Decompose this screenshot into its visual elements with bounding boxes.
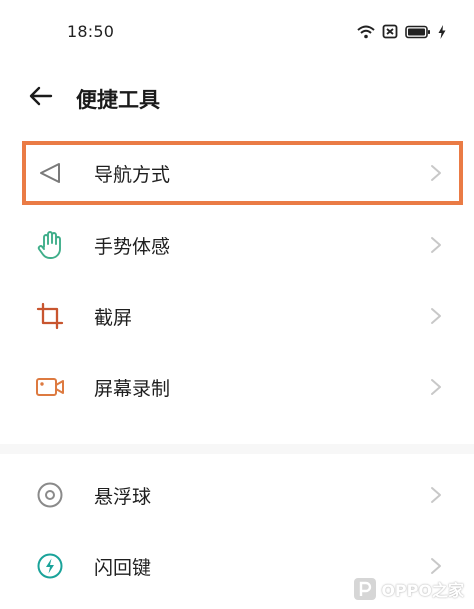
section-divider	[0, 444, 474, 454]
status-time: 18:50	[67, 22, 115, 41]
p-logo-icon	[354, 578, 377, 600]
battery-icon	[405, 24, 431, 43]
list-item-label: 导航方式	[94, 164, 171, 186]
chevron-right-icon	[428, 163, 444, 183]
header: 便捷工具	[0, 70, 474, 126]
hand-gesture-icon	[34, 230, 66, 260]
status-bar: 18:50	[0, 0, 474, 64]
crop-icon	[34, 301, 66, 331]
list-item-navigation-mode[interactable]: 导航方式	[0, 138, 474, 208]
list-item-label: 截屏	[94, 307, 133, 329]
watermark-text: OPPO之家	[381, 581, 464, 600]
floating-ball-icon	[34, 480, 66, 510]
flashback-icon	[34, 551, 66, 581]
list-item-label: 悬浮球	[94, 486, 152, 508]
list-item-screen-recording[interactable]: 屏幕录制	[0, 352, 474, 422]
chevron-right-icon	[428, 556, 444, 576]
watermark: OPPO之家	[354, 577, 464, 601]
list-item-floating-ball[interactable]: 悬浮球	[0, 460, 474, 530]
chevron-right-icon	[428, 235, 444, 255]
wifi-icon	[357, 24, 375, 43]
sim-blocked-icon	[382, 24, 398, 43]
page-title: 便捷工具	[76, 88, 160, 112]
status-icons	[357, 24, 446, 43]
chevron-right-icon	[428, 306, 444, 326]
list-item-label: 手势体感	[94, 236, 171, 258]
list-item-gesture-motion[interactable]: 手势体感	[0, 210, 474, 280]
list-item-label: 屏幕录制	[94, 378, 171, 400]
list-item-screenshot[interactable]: 截屏	[0, 281, 474, 351]
navigation-triangle-icon	[34, 158, 66, 188]
chevron-right-icon	[428, 485, 444, 505]
list-item-label: 闪回键	[94, 557, 152, 579]
chevron-right-icon	[428, 377, 444, 397]
charging-icon	[438, 24, 446, 43]
video-record-icon	[34, 372, 66, 402]
back-button[interactable]	[26, 84, 56, 112]
back-arrow-icon	[29, 86, 53, 110]
